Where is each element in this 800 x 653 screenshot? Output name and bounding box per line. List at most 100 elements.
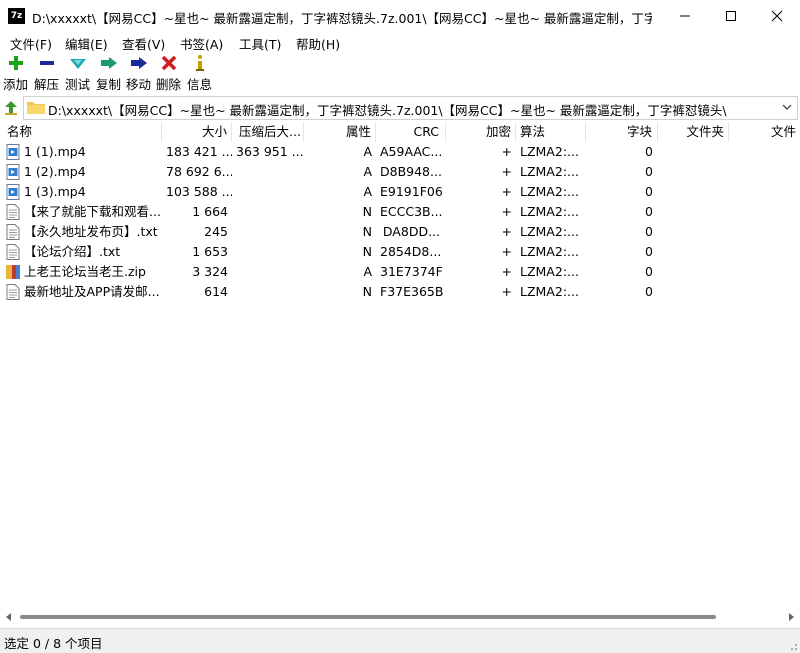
packed-cell [232, 242, 304, 262]
size-cell: 1 664 [192, 204, 228, 219]
col-encrypted[interactable]: 加密 [446, 122, 516, 142]
folder-icon [27, 102, 45, 114]
maximize-button[interactable] [708, 0, 754, 32]
file-row[interactable]: 【永久地址发布页】.txt 245 N DA8DD... + LZMA2:... 0 [0, 222, 800, 242]
menu-bar: 文件(F) 编辑(E) 查看(V) 书签(A) 工具(T) 帮助(H) [0, 32, 800, 52]
block-cell: 0 [645, 264, 653, 279]
col-name[interactable]: 名称 [0, 122, 162, 142]
video-file-icon [6, 184, 20, 200]
file-name-cell: 【来了就能下载和观看... [24, 204, 161, 219]
extract-button[interactable]: 解压 [34, 53, 59, 93]
menu-file[interactable]: 文件(F) [10, 34, 52, 53]
col-attr[interactable]: 属性 [304, 122, 376, 142]
video-file-icon [6, 144, 20, 160]
menu-bookmarks[interactable]: 书签(A) [180, 34, 223, 53]
scroll-left-icon[interactable] [4, 612, 14, 622]
file-row[interactable]: 最新地址及APP请发邮... 614 N F37E365B + LZMA2:... 0 [0, 282, 800, 302]
scrollbar-thumb[interactable] [20, 615, 716, 619]
window-title: D:\xxxxxt\【网易CC】~星也~ 最新露逼定制，丁字裤怼镜头.7z.00… [32, 11, 652, 26]
packed-cell [232, 182, 304, 202]
file-row[interactable]: 1 (1).mp4 183 421 ... 363 951 ... A A59AAC..… [0, 142, 800, 162]
encrypted-cell: + [501, 204, 512, 219]
info-button[interactable]: 信息 [187, 53, 212, 93]
add-button[interactable]: 添加 [3, 53, 28, 93]
size-cell: 3 324 [192, 264, 228, 279]
move-label: 移动 [126, 77, 152, 92]
title-bar[interactable]: 7z D:\xxxxxt\【网易CC】~星也~ 最新露逼定制，丁字裤怼镜头.7z… [0, 0, 800, 32]
size-cell: 245 [204, 224, 228, 239]
file-name-cell: 【永久地址发布页】.txt [24, 224, 158, 239]
size-cell: 1 653 [192, 244, 228, 259]
scroll-right-icon[interactable] [786, 612, 796, 622]
file-row[interactable]: 1 (3).mp4 103 588 ... A E9191F06 + LZMA2:... 0 [0, 182, 800, 202]
minimize-button[interactable] [662, 0, 708, 32]
packed-cell [232, 282, 304, 302]
size-cell: 78 692 6... [166, 164, 232, 179]
block-cell: 0 [645, 204, 653, 219]
size-cell: 183 421 ... [166, 144, 232, 159]
attr-cell: N [362, 204, 372, 219]
size-cell: 614 [204, 284, 228, 299]
text-file-icon [6, 284, 20, 300]
file-row[interactable]: 【来了就能下载和观看... 1 664 N ECCC3B... + LZMA2:... 0 [0, 202, 800, 222]
block-cell: 0 [645, 244, 653, 259]
move-arrow-icon [130, 53, 148, 72]
plus-icon [8, 53, 24, 72]
file-row[interactable]: 1 (2).mp4 78 692 6... A D8B948... + LZMA2:...… [0, 162, 800, 182]
close-button[interactable] [754, 0, 800, 32]
menu-help[interactable]: 帮助(H) [296, 34, 340, 53]
address-bar: D:\xxxxxt\【网易CC】~星也~ 最新露逼定制，丁字裤怼镜头.7z.00… [0, 96, 800, 120]
file-row[interactable]: 【论坛介绍】.txt 1 653 N 2854D8... + LZMA2:... 0 [0, 242, 800, 262]
col-method[interactable]: 算法 [516, 122, 586, 142]
encrypted-cell: + [501, 184, 512, 199]
close-icon [771, 10, 783, 22]
packed-cell [232, 222, 304, 242]
method-cell: LZMA2:... [520, 244, 579, 259]
copy-button[interactable]: 复制 [96, 53, 121, 93]
col-folders[interactable]: 文件夹 [658, 122, 729, 142]
add-label: 添加 [3, 77, 29, 92]
method-cell: LZMA2:... [520, 204, 579, 219]
extract-label: 解压 [34, 77, 60, 92]
path-field[interactable]: D:\xxxxxt\【网易CC】~星也~ 最新露逼定制，丁字裤怼镜头.7z.00… [23, 96, 798, 120]
method-cell: LZMA2:... [520, 164, 579, 179]
file-name-cell: 1 (1).mp4 [24, 144, 86, 159]
col-packed[interactable]: 压缩后大... [232, 122, 304, 142]
file-row[interactable]: 上老王论坛当老王.zip 3 324 A 31E7374F + LZMA2:... 0 [0, 262, 800, 282]
packed-cell [232, 162, 304, 182]
col-block[interactable]: 字块 [586, 122, 658, 142]
encrypted-cell: + [501, 144, 512, 159]
move-button[interactable]: 移动 [126, 53, 151, 93]
up-folder-icon[interactable] [3, 100, 19, 116]
col-size[interactable]: 大小 [162, 122, 232, 142]
file-name-cell: 上老王论坛当老王.zip [24, 264, 146, 279]
block-cell: 0 [645, 184, 653, 199]
test-button[interactable]: 测试 [65, 53, 90, 93]
file-name-cell: 最新地址及APP请发邮... [24, 284, 160, 299]
selection-status: 选定 0 / 8 个项目 [4, 636, 103, 651]
col-crc[interactable]: CRC [376, 122, 446, 142]
delete-button[interactable]: 删除 [156, 53, 181, 93]
packed-cell: 363 951 ... [236, 144, 304, 159]
encrypted-cell: + [501, 284, 512, 299]
col-files[interactable]: 文件 [729, 122, 800, 142]
attr-cell: N [362, 224, 372, 239]
method-cell: LZMA2:... [520, 264, 579, 279]
size-cell: 103 588 ... [166, 184, 232, 199]
block-cell: 0 [645, 224, 653, 239]
chevron-down-icon[interactable] [781, 101, 793, 113]
horizontal-scrollbar[interactable] [0, 608, 800, 624]
check-icon [69, 53, 87, 72]
block-cell: 0 [645, 144, 653, 159]
attr-cell: N [362, 244, 372, 259]
menu-view[interactable]: 查看(V) [122, 34, 165, 53]
crc-cell: DA8DD... [382, 224, 440, 239]
zip-file-icon [6, 265, 20, 279]
path-text: D:\xxxxxt\【网易CC】~星也~ 最新露逼定制，丁字裤怼镜头.7z.00… [48, 103, 727, 118]
menu-edit[interactable]: 编辑(E) [65, 34, 108, 53]
menu-tools[interactable]: 工具(T) [239, 34, 281, 53]
attr-cell: A [363, 164, 372, 179]
text-file-icon [6, 244, 20, 260]
method-cell: LZMA2:... [520, 144, 579, 159]
resize-grip-icon[interactable] [786, 639, 798, 651]
